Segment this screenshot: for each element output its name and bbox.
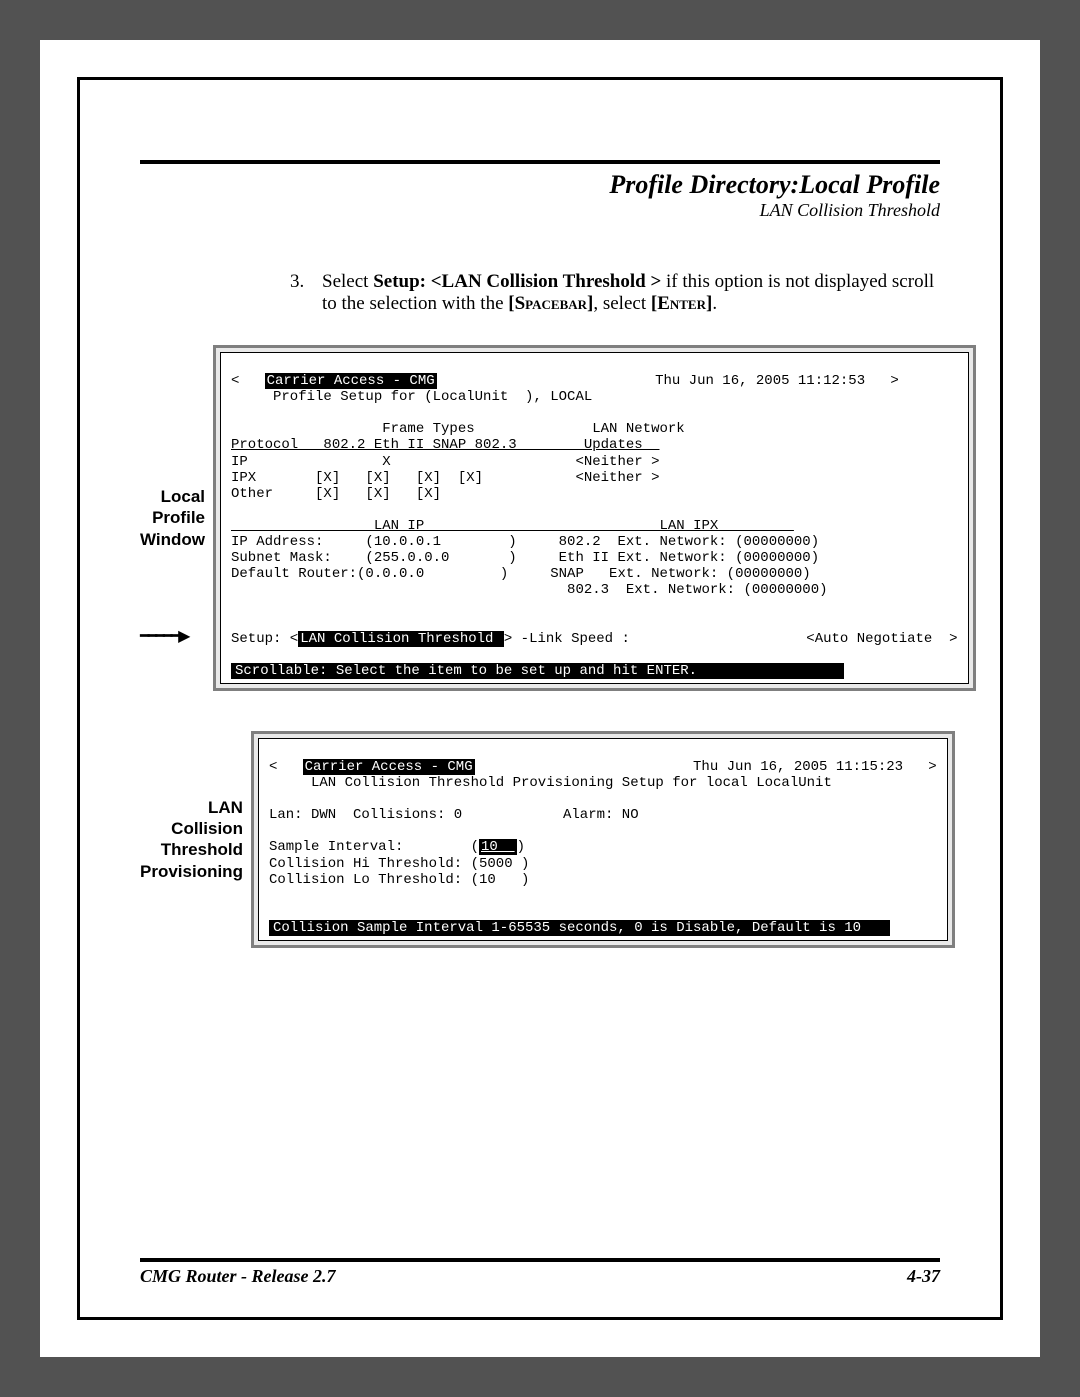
lan-subnet-mask: Subnet Mask: (255.0.0.0 ) Eth II Ext. Ne… xyxy=(231,550,819,566)
protocol-header-row: Protocol 802.2 Eth II SNAP 802.3 Updates xyxy=(231,437,659,453)
lan-status-line: Lan: DWN Collisions: 0 Alarm: NO xyxy=(269,807,639,823)
callout-local-profile: Local Profile Window xyxy=(140,486,205,550)
setup-option-name: Setup: <LAN Collision Threshold > xyxy=(373,271,661,292)
instruction-step: 3. Select Setup: <LAN Collision Threshol… xyxy=(290,271,940,315)
status-bar-2: Collision Sample Interval 1-65535 second… xyxy=(269,920,890,936)
header-title: Profile Directory:Local Profile xyxy=(140,170,940,200)
pointer-arrow: ━━━━━▶ xyxy=(140,626,188,646)
key-enter: [Enter] xyxy=(651,293,712,314)
terminal-lan-collision: < Carrier Access - CMG Thu Jun 16, 2005 … xyxy=(251,731,955,948)
terminal-local-profile: ━━━━━▶ < Carrier Access - CMG Thu Jun 16… xyxy=(213,345,976,691)
provisioning-title: LAN Collision Threshold Provisioning Set… xyxy=(269,775,832,791)
local-profile-window-row: Local Profile Window ━━━━━▶ < Carrier Ac… xyxy=(140,345,940,691)
callout-lan-collision: LAN Collision Threshold Provisioning xyxy=(140,797,243,882)
footer-left: CMG Router - Release 2.7 xyxy=(140,1266,336,1287)
step-number: 3. xyxy=(290,271,310,315)
sample-interval-row: Sample Interval: (10 ) xyxy=(269,839,525,855)
row-ip: IP X <Neither > xyxy=(231,454,659,470)
frame-types-label: Frame Types LAN Network xyxy=(231,421,685,437)
terminal-timestamp: Thu Jun 16, 2005 11:12:53 xyxy=(655,373,865,389)
lan-section-header: LAN IP LAN IPX xyxy=(231,518,794,534)
footer-page-number: 4-37 xyxy=(907,1266,940,1287)
row-ipx: IPX [X] [X] [X] [X] <Neither > xyxy=(231,470,659,486)
lan-ip-address: IP Address: (10.0.0.1 ) 802.2 Ext. Netwo… xyxy=(231,534,819,550)
document-page: Profile Directory:Local Profile LAN Coll… xyxy=(40,40,1040,1357)
lan-default-router: Default Router:(0.0.0.0 ) SNAP Ext. Netw… xyxy=(231,566,811,582)
terminal-title: Carrier Access - CMG xyxy=(265,373,437,389)
lan-collision-provisioning-row: LAN Collision Threshold Provisioning < C… xyxy=(140,731,940,948)
setup-selected-option[interactable]: LAN Collision Threshold xyxy=(298,631,504,647)
status-bar-1: Scrollable: Select the item to be set up… xyxy=(231,663,844,679)
terminal-screen-2: < Carrier Access - CMG Thu Jun 16, 2005 … xyxy=(258,738,948,941)
step-text: Select Setup: <LAN Collision Threshold >… xyxy=(322,271,940,315)
page-header: Profile Directory:Local Profile LAN Coll… xyxy=(140,160,940,221)
collision-hi-threshold: Collision Hi Threshold: (5000 ) xyxy=(269,856,529,872)
header-subtitle: LAN Collision Threshold xyxy=(140,200,940,221)
terminal-title-2: Carrier Access - CMG xyxy=(303,759,475,775)
lan-ipx-8023: 802.3 Ext. Network: (00000000) xyxy=(231,582,828,598)
collision-lo-threshold: Collision Lo Threshold: (10 ) xyxy=(269,872,529,888)
profile-setup-line: Profile Setup for (LocalUnit ), LOCAL xyxy=(231,389,592,405)
sample-interval-field[interactable]: 10 xyxy=(479,839,517,855)
page-footer: CMG Router - Release 2.7 4-37 xyxy=(140,1258,940,1287)
key-spacebar: [Spacebar] xyxy=(508,293,593,314)
terminal-screen-1: < Carrier Access - CMG Thu Jun 16, 2005 … xyxy=(220,352,969,684)
terminal-timestamp-2: Thu Jun 16, 2005 11:15:23 xyxy=(693,759,903,775)
setup-line: Setup: <LAN Collision Threshold > -Link … xyxy=(231,631,958,647)
row-other: Other [X] [X] [X] xyxy=(231,486,441,502)
